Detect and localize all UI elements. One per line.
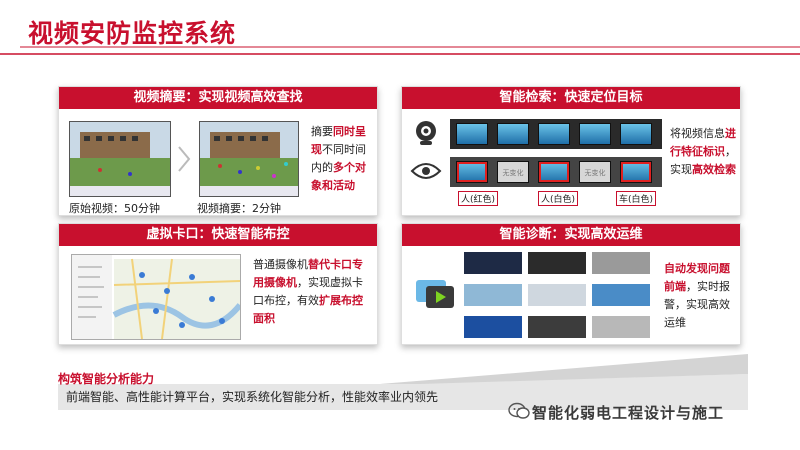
video-summary-description: 摘要同时呈现不同时间内的多个对象和活动 (311, 123, 375, 195)
diagnosis-tile (528, 284, 586, 306)
summary-video-thumbnail (199, 121, 299, 197)
video-summary-panel: 视频摘要：实现视频高效查找 原始视频：50分钟 视频摘要：2分钟 摘要同时呈现不… (58, 86, 378, 216)
tag-car-white: 车(白色) (616, 191, 657, 206)
tagged-filmstrip: 无变化 无变化 (450, 157, 662, 187)
desc-segment: 将视频信息 (670, 127, 725, 140)
diagnosis-tile (592, 316, 650, 338)
footer-text: 前端智能、高性能计算平台，实现系统化智能分析，性能效率业内领先 (66, 390, 439, 404)
virtual-checkpoint-header: 虚拟卡口：快速智能布控 (59, 224, 377, 246)
virtual-checkpoint-description: 普通摄像机替代卡口专用摄像机，实现虚拟卡口布控，有效扩展布控面积 (253, 256, 373, 328)
smart-search-header: 智能检索：快速定位目标 (402, 87, 740, 109)
virtual-checkpoint-panel: 虚拟卡口：快速智能布控 普通摄像机替代卡口专用摄像机，实现虚拟卡口布控，有效扩展… (58, 223, 378, 345)
no-change-frame: 无变化 (497, 161, 529, 183)
eye-icon (410, 163, 442, 179)
smart-diagnosis-header: 智能诊断：实现高效运维 (402, 224, 740, 246)
wechat-icon (508, 402, 530, 419)
video-summary-header: 视频摘要：实现视频高效查找 (59, 87, 377, 109)
desc-segment: 摘要 (311, 125, 333, 138)
surveillance-filmstrip (450, 119, 662, 149)
original-video-thumbnail (69, 121, 171, 197)
desc-segment: 普通摄像机 (253, 258, 308, 271)
footer-heading: 构筑智能分析能力 (58, 372, 155, 386)
smart-search-panel: 智能检索：快速定位目标 无变化 无变化 人(红色) 人(白色) 车(白色) 将视… (401, 86, 741, 216)
tag-person-white: 人(白色) (538, 191, 579, 206)
diagnosis-tile (464, 284, 522, 306)
smart-search-description: 将视频信息进行特征标识，实现高效检索 (670, 125, 738, 179)
tag-person-red: 人(红色) (458, 191, 499, 206)
video-player-icon (416, 280, 454, 308)
diagnosis-tile (528, 252, 586, 274)
checkpoint-map-screenshot (71, 254, 241, 340)
diagnosis-tile (464, 316, 522, 338)
watermark-text: 智能化弱电工程设计与施工 (532, 404, 725, 422)
desc-highlight: 高效检索 (692, 163, 736, 176)
diagnosis-tile (592, 284, 650, 306)
chevron-right-icon (178, 146, 191, 172)
diagnosis-tile (592, 252, 650, 274)
smart-diagnosis-panel: 智能诊断：实现高效运维 自动发现问题前端，实时报警，实现高效运维 (401, 223, 741, 345)
webcam-icon (416, 121, 436, 145)
original-video-caption: 原始视频：50分钟 (69, 202, 160, 215)
diagnosis-tile (464, 252, 522, 274)
title-underline (0, 46, 800, 55)
diagnosis-tile (528, 316, 586, 338)
smart-diagnosis-description: 自动发现问题前端，实时报警，实现高效运维 (664, 260, 736, 332)
no-change-frame: 无变化 (579, 161, 611, 183)
summary-video-caption: 视频摘要：2分钟 (197, 202, 281, 215)
